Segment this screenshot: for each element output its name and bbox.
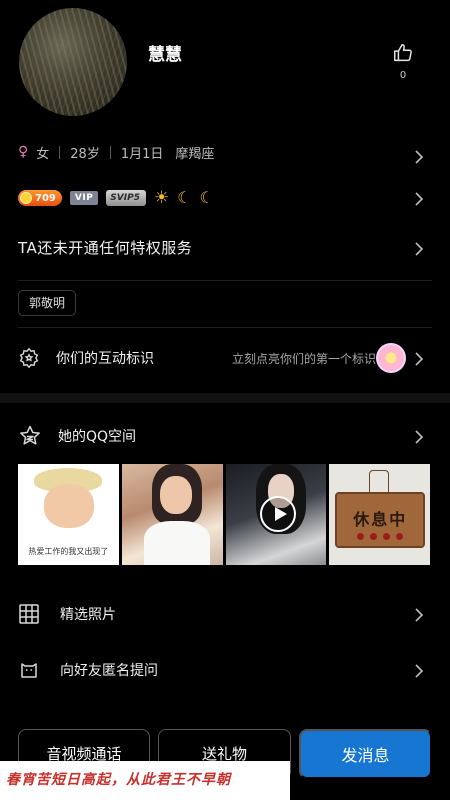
interaction-marks-title: 你们的互动标识 xyxy=(56,351,154,367)
gear-badge-icon xyxy=(19,347,39,369)
nickname: 慧慧 xyxy=(148,45,182,65)
overlay-poem-text: 春宵苦短日高起，从此君王不早朝 xyxy=(0,761,290,800)
divider xyxy=(18,280,432,281)
anonymous-ask-title: 向好友匿名提问 xyxy=(60,663,158,679)
like-button[interactable]: 0 xyxy=(390,42,416,81)
sign-rope xyxy=(369,470,390,494)
like-count: 0 xyxy=(399,70,407,81)
thumbs-up-icon xyxy=(394,44,412,62)
birthday-label: 1月1日 xyxy=(120,146,164,162)
coin-icon xyxy=(20,192,32,204)
chevron-right-icon[interactable] xyxy=(412,351,426,366)
avatar-image xyxy=(19,8,127,116)
divider xyxy=(109,145,111,159)
chevron-right-icon[interactable] xyxy=(412,607,426,622)
zodiac-label: 摩羯座 xyxy=(175,146,215,162)
selected-photos-row[interactable]: 精选照片 xyxy=(18,600,432,628)
flower-sticker-icon xyxy=(376,343,406,373)
chevron-right-icon[interactable] xyxy=(412,191,426,206)
star-icon xyxy=(20,425,40,445)
divider xyxy=(59,145,61,159)
profile-tag[interactable]: 郭敬明 xyxy=(18,290,77,316)
face-shape xyxy=(44,484,94,528)
section-gap xyxy=(0,393,450,403)
sign-dots xyxy=(357,533,404,540)
qzone-photo[interactable] xyxy=(121,464,223,565)
send-message-button[interactable]: 发消息 xyxy=(299,729,432,779)
qzone-title: 她的QQ空间 xyxy=(58,429,137,445)
moon-icon: ☾ xyxy=(199,188,214,207)
selected-photos-title: 精选照片 xyxy=(60,607,116,623)
level-value: 709 xyxy=(35,192,56,204)
sign-text: 休息中 xyxy=(353,510,408,529)
interaction-marks-row[interactable]: 你们的互动标识 立刻点亮你们的第一个标识 xyxy=(18,340,432,376)
clothing-shape xyxy=(143,521,210,565)
qzone-photos: 热爱工作的我又出现了 休息中 xyxy=(18,464,430,565)
privilege-status[interactable]: TA还未开通任何特权服务 xyxy=(18,237,192,258)
moon-icon: ☾ xyxy=(177,188,192,207)
vip-badge: VIP xyxy=(69,191,99,205)
qzone-video[interactable] xyxy=(225,464,327,565)
divider xyxy=(18,327,432,328)
level-badge: 709 xyxy=(18,190,62,206)
wooden-sign: 休息中 xyxy=(335,492,426,548)
anonymous-ask-row[interactable]: 向好友匿名提问 xyxy=(18,656,432,684)
chevron-right-icon[interactable] xyxy=(412,241,426,256)
gender-label: 女 xyxy=(36,146,50,162)
badges-row[interactable]: 709 VIP SVIP5 ☀ ☾ ☾ xyxy=(18,187,214,209)
photo-caption: 热爱工作的我又出现了 xyxy=(28,547,109,556)
svip-badge: SVIP5 xyxy=(106,190,146,206)
female-icon: ♀ xyxy=(18,144,29,160)
grid-icon xyxy=(19,604,39,624)
qzone-photo[interactable]: 休息中 xyxy=(329,464,430,565)
mask-icon xyxy=(21,663,37,678)
chevron-right-icon[interactable] xyxy=(412,663,426,678)
chevron-right-icon[interactable] xyxy=(412,149,426,164)
qzone-photo[interactable]: 热爱工作的我又出现了 xyxy=(18,464,119,565)
sun-icon: ☀ xyxy=(153,187,170,208)
interaction-marks-hint: 立刻点亮你们的第一个标识 xyxy=(231,351,376,366)
qzone-row[interactable]: 她的QQ空间 xyxy=(18,420,432,452)
face-shape xyxy=(159,476,192,514)
age-label: 28岁 xyxy=(70,146,100,162)
profile-info-row[interactable]: ♀ 女 28岁 1月1日 摩羯座 xyxy=(18,140,432,164)
chevron-right-icon[interactable] xyxy=(412,429,426,444)
avatar[interactable] xyxy=(19,8,127,116)
play-icon[interactable] xyxy=(259,496,296,532)
